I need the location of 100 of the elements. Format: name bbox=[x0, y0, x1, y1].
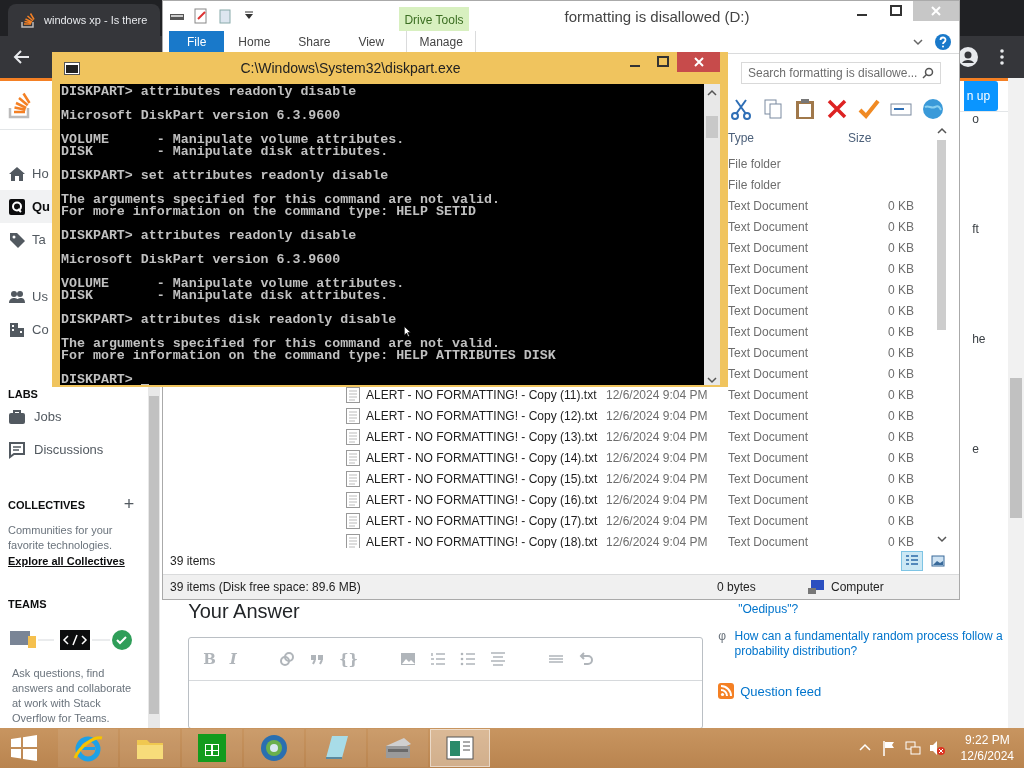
image-icon[interactable] bbox=[400, 651, 417, 667]
console-line: DISK - Manipulate disk attributes. bbox=[61, 146, 389, 158]
type-cell-text: Text Document bbox=[728, 388, 810, 403]
nav-item[interactable]: Co bbox=[0, 313, 51, 346]
file-name[interactable]: ALERT - NO FORMATTING! - Copy (17).txt bbox=[366, 514, 598, 529]
column-header[interactable]: Type bbox=[728, 130, 848, 145]
console-line: VOLUME - Manipulate volume attributes. bbox=[61, 278, 405, 290]
link-fragment[interactable]: ft bbox=[972, 222, 979, 236]
help-icon[interactable] bbox=[935, 34, 951, 50]
computer-icon bbox=[807, 579, 825, 595]
type-cell-text: Text Document bbox=[728, 346, 810, 361]
file-name[interactable]: ALERT - NO FORMATTING! - Copy (15).txt bbox=[366, 472, 598, 487]
scissors-icon[interactable] bbox=[729, 97, 753, 121]
type-cell-text: File folder bbox=[728, 178, 782, 193]
bullet-list-icon[interactable] bbox=[460, 651, 477, 667]
nav-item[interactable]: Jobs bbox=[0, 400, 149, 433]
feed-link[interactable]: Question feed bbox=[740, 683, 822, 699]
network-icon[interactable] bbox=[904, 740, 921, 756]
file-name[interactable]: ALERT - NO FORMATTING! - Copy (18).txt bbox=[366, 535, 598, 548]
size-cell: 0 KB bbox=[888, 283, 914, 298]
text-file-icon bbox=[346, 471, 360, 488]
scrollbar-thumb[interactable] bbox=[149, 396, 160, 714]
link-icon[interactable] bbox=[278, 651, 295, 667]
link-fragment[interactable]: e bbox=[972, 442, 979, 456]
nav-item[interactable]: Ta bbox=[0, 223, 48, 256]
ribbon-tab[interactable]: Home bbox=[224, 31, 285, 53]
collectives-link[interactable]: Explore all Collectives bbox=[0, 555, 125, 567]
flag-icon[interactable] bbox=[880, 740, 897, 756]
size-cell: 0 KB bbox=[888, 388, 914, 403]
nav-item[interactable]: Ho bbox=[0, 157, 51, 190]
taskbar-app[interactable] bbox=[58, 729, 118, 767]
link-fragment[interactable]: o bbox=[972, 112, 979, 126]
nav-item[interactable]: Qu bbox=[0, 190, 53, 223]
globe-icon[interactable] bbox=[921, 97, 945, 121]
text-file-icon bbox=[346, 450, 360, 467]
link-fragment[interactable]: he bbox=[972, 332, 986, 346]
column-header[interactable]: Size bbox=[848, 130, 914, 145]
type-cell-text: Text Document bbox=[728, 472, 810, 487]
taskbar-app[interactable] bbox=[182, 729, 242, 767]
nav-item[interactable]: Us bbox=[0, 280, 50, 313]
muted-speaker-icon[interactable] bbox=[928, 740, 945, 756]
ribbon-tab[interactable]: File bbox=[169, 31, 225, 53]
properties-icon[interactable] bbox=[193, 8, 209, 24]
file-name[interactable]: ALERT - NO FORMATTING! - Copy (12).txt bbox=[366, 409, 598, 424]
section-heading: TEAMS bbox=[8, 598, 47, 610]
type-cell-text: Text Document bbox=[728, 283, 810, 298]
size-cell: 0 KB bbox=[888, 241, 914, 256]
collectives-text: Communities for your favorite technologies. bbox=[7, 523, 114, 553]
ribbon-tab[interactable]: View bbox=[344, 31, 399, 53]
status-text: 0 bytes bbox=[717, 580, 757, 594]
date-cell: 12/6/2024 9:04 PM bbox=[606, 388, 708, 403]
text-file-icon bbox=[346, 429, 360, 446]
console-line: The arguments specified for this command are not valid. bbox=[61, 194, 500, 206]
nav-item[interactable]: Discussions bbox=[0, 433, 149, 466]
scroll-down-icon[interactable] bbox=[936, 534, 947, 544]
details-view-button[interactable] bbox=[901, 551, 923, 571]
add-button[interactable]: + bbox=[123, 494, 135, 515]
scrollbar-thumb[interactable] bbox=[1010, 378, 1022, 518]
console-line: DISKPART> attributes readonly disable bbox=[61, 86, 357, 98]
file-name[interactable]: ALERT - NO FORMATTING! - Copy (11).txt bbox=[366, 388, 597, 403]
type-cell-text: Text Document bbox=[728, 514, 810, 529]
scroll-down-icon[interactable] bbox=[707, 375, 717, 385]
browser-tab[interactable]: windows xp - Is there bbox=[8, 4, 160, 36]
related-link[interactable]: How can a fundamentally random process follow a probability distribution? bbox=[734, 629, 1009, 659]
type-cell-text: Text Document bbox=[728, 451, 810, 466]
related-link[interactable]: "Oedipus"? bbox=[738, 602, 799, 617]
taskbar-app[interactable] bbox=[120, 729, 180, 767]
taskbar-app[interactable] bbox=[368, 729, 428, 767]
type-cell-text: Text Document bbox=[728, 367, 810, 382]
console-line: VOLUME - Manipulate volume attributes. bbox=[61, 134, 405, 146]
size-cell: 0 KB bbox=[888, 430, 914, 445]
ribbon-tab[interactable]: Share bbox=[284, 31, 345, 53]
scroll-up-icon[interactable] bbox=[707, 88, 717, 98]
console-line: DISKPART> attributes disk readonly disable bbox=[61, 314, 397, 326]
building-icon bbox=[8, 320, 26, 339]
file-name[interactable]: ALERT - NO FORMATTING! - Copy (13).txt bbox=[366, 430, 598, 445]
scrollbar-thumb[interactable] bbox=[937, 140, 946, 330]
close-button[interactable] bbox=[677, 52, 720, 72]
section-heading: COLLECTIVES bbox=[8, 498, 85, 511]
home-icon bbox=[8, 164, 26, 183]
undo-icon[interactable] bbox=[578, 651, 595, 667]
taskbar-app[interactable] bbox=[244, 729, 304, 767]
site-icon: φ bbox=[718, 629, 727, 644]
console-line: DISKPART> set attributes readonly disable bbox=[61, 170, 389, 182]
scroll-up-icon[interactable] bbox=[936, 126, 947, 136]
file-name[interactable]: ALERT - NO FORMATTING! - Copy (14).txt bbox=[366, 451, 598, 466]
clipboard-icon[interactable] bbox=[793, 97, 817, 121]
delete-icon[interactable] bbox=[825, 97, 849, 121]
size-cell: 0 KB bbox=[888, 493, 914, 508]
search-field[interactable]: Search formatting is disallowe... bbox=[741, 62, 941, 84]
stack-logo-icon[interactable] bbox=[8, 91, 32, 119]
checkmark-icon[interactable] bbox=[857, 97, 881, 121]
taskbar-app[interactable] bbox=[430, 729, 490, 767]
scrollbar-thumb[interactable] bbox=[706, 116, 718, 138]
chevron-icon[interactable] bbox=[913, 37, 923, 47]
taskbar-app[interactable] bbox=[306, 729, 366, 767]
file-name[interactable]: ALERT - NO FORMATTING! - Copy (16).txt bbox=[366, 493, 598, 508]
tag-icon bbox=[8, 230, 26, 249]
type-cell-text: Text Document bbox=[728, 220, 810, 235]
window-title: formatting is disallowed (D:) bbox=[563, 7, 751, 25]
